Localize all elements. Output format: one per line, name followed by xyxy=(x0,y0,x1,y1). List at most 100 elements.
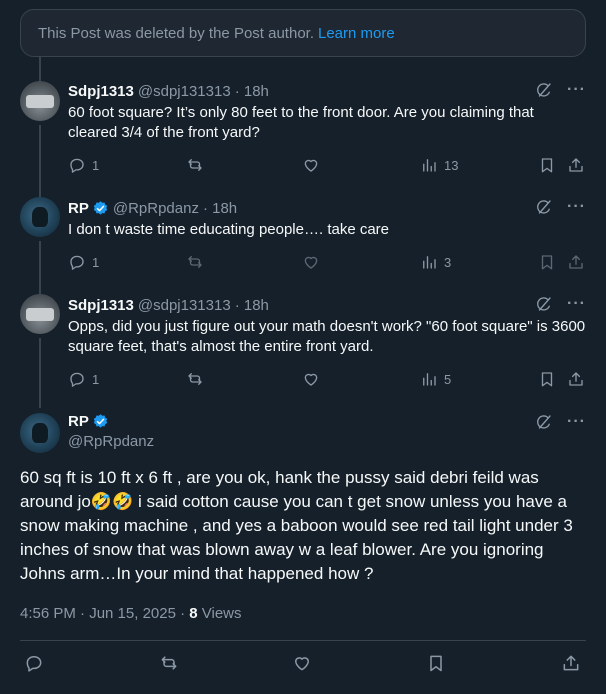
reply-button[interactable] xyxy=(24,653,44,673)
thread-line xyxy=(39,125,41,197)
avatar[interactable] xyxy=(20,413,60,453)
share-button[interactable] xyxy=(567,253,585,271)
reply-post[interactable]: RP @RpRpdanz · 18h ··· I don t waste tim… xyxy=(68,198,586,240)
grok-icon[interactable] xyxy=(535,81,553,99)
post-timestamp[interactable]: 4:56 PM · Jun 15, 2025 · xyxy=(20,605,189,622)
reply-count: 1 xyxy=(92,371,100,387)
views-button[interactable]: 3 xyxy=(420,253,451,271)
repost-button[interactable] xyxy=(186,253,204,271)
share-upload-icon xyxy=(567,370,585,388)
bookmark-icon xyxy=(426,653,446,673)
deleted-notice-text: This Post was deleted by the Post author… xyxy=(38,24,314,42)
post-time[interactable]: · 18h xyxy=(203,200,237,217)
like-button[interactable] xyxy=(302,253,320,271)
repost-arrows-icon xyxy=(186,156,204,174)
author-name[interactable]: RP xyxy=(68,413,89,430)
more-icon[interactable]: ··· xyxy=(567,413,586,431)
share-upload-icon xyxy=(567,253,585,271)
learn-more-link[interactable]: Learn more xyxy=(318,25,395,42)
verified-badge-icon xyxy=(93,414,108,428)
reply-button[interactable]: 1 xyxy=(68,253,99,271)
author-name[interactable]: Sdpj1313 xyxy=(68,297,134,314)
share-button[interactable] xyxy=(567,156,585,174)
deleted-post-notice: This Post was deleted by the Post author… xyxy=(20,9,586,57)
share-upload-icon xyxy=(561,653,581,673)
grok-icon[interactable] xyxy=(535,198,553,216)
avatar[interactable] xyxy=(20,81,60,121)
author-name[interactable]: Sdpj1313 xyxy=(68,83,134,100)
repost-arrows-icon xyxy=(159,653,179,673)
views-label: Views xyxy=(197,605,242,622)
bookmark-button[interactable] xyxy=(538,253,556,271)
speech-bubble-icon xyxy=(24,653,44,673)
post-text: I don t waste time educating people…. ta… xyxy=(68,221,390,238)
grok-icon[interactable] xyxy=(535,413,553,431)
bar-chart-icon xyxy=(420,253,438,271)
heart-icon xyxy=(302,370,320,388)
avatar[interactable] xyxy=(20,294,60,334)
divider xyxy=(20,640,586,641)
main-action-bar xyxy=(20,653,586,677)
repost-button[interactable] xyxy=(159,653,179,673)
bookmark-button[interactable] xyxy=(538,370,556,388)
post-text: Opps, did you just figure out your math … xyxy=(68,318,586,355)
author-handle[interactable]: @RpRpdanz xyxy=(113,200,199,217)
speech-bubble-icon xyxy=(68,156,86,174)
reply-post[interactable]: Sdpj1313 @sdpj131313 · 18h ··· Opps, did… xyxy=(68,295,586,357)
main-post-text: 60 sq ft is 10 ft x 6 ft , are you ok, h… xyxy=(20,468,573,583)
share-button[interactable] xyxy=(567,370,585,388)
reply-button[interactable]: 1 xyxy=(68,156,99,174)
share-button[interactable] xyxy=(561,653,581,673)
speech-bubble-icon xyxy=(68,253,86,271)
views-count: 5 xyxy=(444,371,452,387)
repost-arrows-icon xyxy=(186,370,204,388)
bookmark-icon xyxy=(538,156,556,174)
post-text: 60 foot square? It’s only 80 feet to the… xyxy=(68,104,534,141)
bookmark-icon xyxy=(538,370,556,388)
post-time[interactable]: · 18h xyxy=(235,83,269,100)
like-button[interactable] xyxy=(292,653,312,673)
author-name[interactable]: RP xyxy=(68,200,89,217)
bar-chart-icon xyxy=(420,156,438,174)
author-handle[interactable]: @RpRpdanz xyxy=(68,433,154,450)
action-bar: 1 13 xyxy=(68,156,586,178)
repost-button[interactable] xyxy=(186,370,204,388)
reply-post[interactable]: Sdpj1313 @sdpj131313 · 18h ··· 60 foot s… xyxy=(68,81,586,143)
repost-button[interactable] xyxy=(186,156,204,174)
post-time[interactable]: · 18h xyxy=(235,297,269,314)
action-bar: 1 3 xyxy=(68,253,586,275)
heart-icon xyxy=(302,156,320,174)
views-button[interactable]: 5 xyxy=(420,370,451,388)
speech-bubble-icon xyxy=(68,370,86,388)
more-icon[interactable]: ··· xyxy=(567,81,586,99)
views-count: 13 xyxy=(444,157,459,173)
reply-count: 1 xyxy=(92,157,100,173)
repost-arrows-icon xyxy=(186,253,204,271)
bookmark-icon xyxy=(538,253,556,271)
views-count: 8 xyxy=(189,605,198,622)
thread-line xyxy=(39,241,41,294)
thread-line xyxy=(39,57,41,81)
heart-icon xyxy=(302,253,320,271)
main-author-row: RP xyxy=(68,413,109,430)
heart-icon xyxy=(292,653,312,673)
more-icon[interactable]: ··· xyxy=(567,198,586,216)
action-bar: 1 5 xyxy=(68,370,586,392)
share-upload-icon xyxy=(567,156,585,174)
like-button[interactable] xyxy=(302,370,320,388)
more-icon[interactable]: ··· xyxy=(567,295,586,313)
verified-badge-icon xyxy=(93,200,108,215)
post-meta: 4:56 PM · Jun 15, 2025 · 8 Views xyxy=(20,605,242,622)
like-button[interactable] xyxy=(302,156,320,174)
views-count: 3 xyxy=(444,254,452,270)
reply-button[interactable]: 1 xyxy=(68,370,99,388)
reply-count: 1 xyxy=(92,254,100,270)
grok-icon[interactable] xyxy=(535,295,553,313)
thread-line xyxy=(39,338,41,408)
bookmark-button[interactable] xyxy=(426,653,446,673)
avatar[interactable] xyxy=(20,197,60,237)
author-handle[interactable]: @sdpj131313 xyxy=(138,297,231,314)
views-button[interactable]: 13 xyxy=(420,156,458,174)
author-handle[interactable]: @sdpj131313 xyxy=(138,83,231,100)
bookmark-button[interactable] xyxy=(538,156,556,174)
